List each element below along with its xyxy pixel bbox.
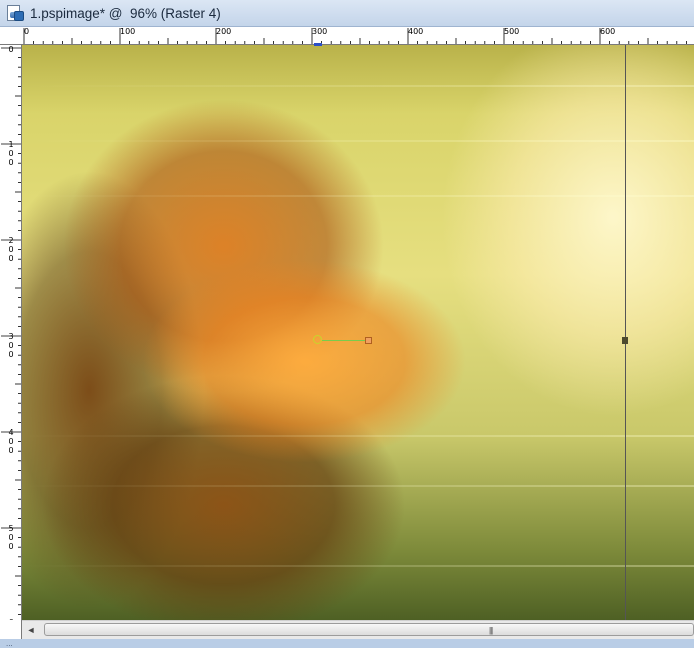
ruler-top-label-100: 100 [120,27,136,36]
canvas-streak [22,140,694,142]
ruler-left-label-100: 100 [8,140,14,167]
ruler-left-label-400: 400 [8,428,14,455]
ruler-top-label-500: 500 [504,27,520,36]
vertical-ruler[interactable]: 0 100 200 300 400 500 600 [0,45,22,620]
horizontal-ruler[interactable]: 0 100 200 300 400 500 600 [0,27,694,45]
vertical-guide-line[interactable] [625,45,626,620]
canvas-streak [22,485,694,487]
horizontal-scrollbar[interactable]: ◄ ||| [22,620,694,639]
ruler-left-label-200: 200 [8,236,14,263]
document-badge-icon [14,11,24,21]
ruler-top-label-400: 400 [408,27,424,36]
ruler-position-marker [314,43,322,46]
canvas-streak [22,195,694,197]
scroll-left-arrow-icon[interactable]: ◄ [24,623,38,637]
horizontal-ruler-ticks [23,28,687,44]
ruler-left-label-300: 300 [8,332,14,359]
ruler-top-label-0: 0 [24,27,30,36]
ruler-left-label-0: 0 [8,45,14,54]
document-title: 1.pspimage* @ 96% (Raster 4) [30,6,221,21]
guide-handle[interactable] [622,337,628,344]
picker-direction-line [322,340,366,341]
canvas-streak [22,435,694,437]
canvas-streak [22,85,694,87]
status-bar: ... [0,639,694,648]
picker-center-handle-icon[interactable] [313,335,322,344]
ruler-top-label-300: 300 [312,27,328,36]
ruler-left-label-500: 500 [8,524,14,551]
document-titlebar[interactable]: 1.pspimage* @ 96% (Raster 4) [0,0,694,27]
ruler-top-label-600: 600 [600,27,616,36]
picker-end-handle-icon[interactable] [365,337,372,344]
scroll-corner [0,620,22,639]
scroll-grip-icon: ||| [489,626,493,635]
canvas-streak [22,565,694,567]
status-text: ... [6,639,13,648]
image-canvas[interactable] [22,45,694,620]
scroll-thumb[interactable]: ||| [44,623,694,636]
ruler-top-label-200: 200 [216,27,232,36]
